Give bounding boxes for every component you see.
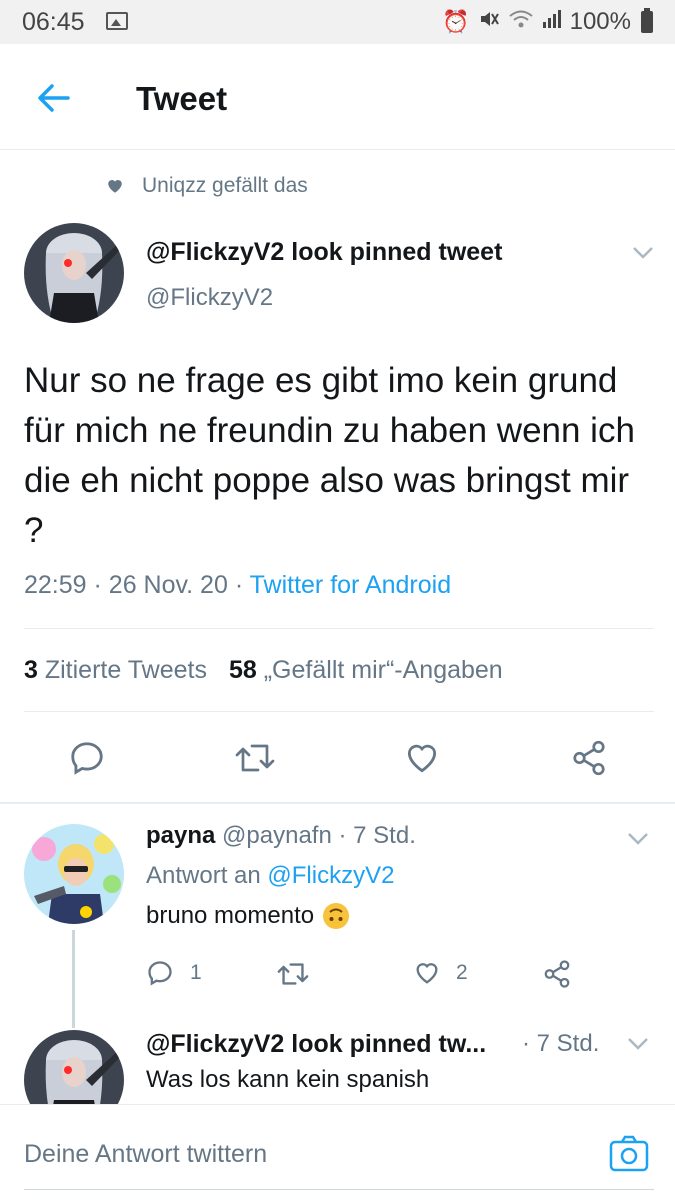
signal-icon [542,8,562,36]
reply-text-row: bruno momento [146,902,350,930]
top-app-bar: Tweet [0,44,675,150]
quote-tweets-stat[interactable]: 3 Zitierte Tweets [24,656,207,685]
reply-icon[interactable] [68,739,106,777]
reply-compose-bar [0,1104,675,1200]
divider [24,628,654,629]
replying-to-label: Antwort an [146,862,261,889]
reply-icon[interactable] [146,959,174,987]
tweet-date: 26 Nov. 20 [108,571,228,599]
author-avatar[interactable] [24,223,124,323]
tweet-stats: 3 Zitierte Tweets 58 „Gefällt mir“-Angab… [24,656,503,685]
tweet-action-bar [0,735,675,785]
back-arrow-icon[interactable] [34,80,74,116]
chevron-down-icon[interactable] [627,1037,649,1051]
reply-compose-input[interactable] [24,1140,564,1169]
tweet-text: Nur so ne frage es gibt imo kein grund f… [24,361,635,550]
divider [24,711,654,712]
social-context-text: Uniqzz gefällt das [142,174,308,197]
reply-display-name[interactable]: payna [146,822,215,849]
wifi-icon [508,8,534,36]
share-icon[interactable] [570,739,608,777]
heart-icon [108,180,122,193]
gallery-notification-icon [106,12,128,30]
retweet-icon[interactable] [276,961,310,987]
page-title: Tweet [136,80,228,117]
reply2-text: Was los kann kein spanish [146,1066,430,1093]
reply2-time: · 7 Std. [522,1030,600,1057]
alarm-icon: ⏰ [442,9,470,34]
battery-percent: 100% [569,8,631,35]
tweet-meta: 22:59 · 26 Nov. 20 · Twitter for Android [24,571,451,600]
like-icon[interactable] [412,959,442,987]
status-icons: ⏰ 100% [442,8,653,36]
mute-icon [478,8,500,36]
share-icon[interactable] [542,959,572,989]
reply-time: · 7 Std. [338,822,416,849]
like-icon[interactable] [402,739,442,777]
upside-down-face-emoji-icon [323,903,350,929]
reply-header: payna @paynafn · 7 Std. [146,822,416,850]
quote-label: Zitierte Tweets [44,656,207,684]
social-context: Uniqzz gefällt das [106,174,308,198]
compose-underline [24,1189,654,1190]
battery-icon [641,8,653,33]
quote-count: 3 [24,656,38,684]
author-display-name[interactable]: @FlickzyV2 look pinned tweet [146,238,502,267]
author-handle[interactable]: @FlickzyV2 [146,284,273,312]
chevron-down-icon[interactable] [627,832,649,846]
reply-handle[interactable]: @paynafn [222,822,332,849]
reply-count: 1 [190,961,202,984]
retweet-icon[interactable] [234,741,276,775]
section-separator [0,802,675,804]
status-bar: 06:45 ⏰ 100% [0,0,675,44]
reply-like-count: 2 [456,961,468,984]
tweet-time: 22:59 [24,571,87,599]
reply-text: bruno momento [146,902,315,929]
status-time: 06:45 [22,8,85,36]
likes-label: „Gefällt mir“-Angaben [263,656,503,684]
meta-separator: · [93,571,102,599]
chevron-down-icon[interactable] [632,246,654,260]
camera-icon[interactable] [608,1133,650,1175]
reply-author-avatar[interactable] [24,824,124,924]
reply2-display-name[interactable]: @FlickzyV2 look pinned tw... [146,1030,486,1059]
likes-stat[interactable]: 58 „Gefällt mir“-Angaben [229,656,503,685]
like-count: 58 [228,656,257,684]
meta-separator: · [234,571,244,599]
tweet-source-link[interactable]: Twitter for Android [250,571,451,599]
reply-action-bar: 1 2 [0,955,675,991]
replying-to-mention[interactable]: @FlickzyV2 [267,862,394,889]
replying-to: Antwort an @FlickzyV2 [146,862,394,890]
